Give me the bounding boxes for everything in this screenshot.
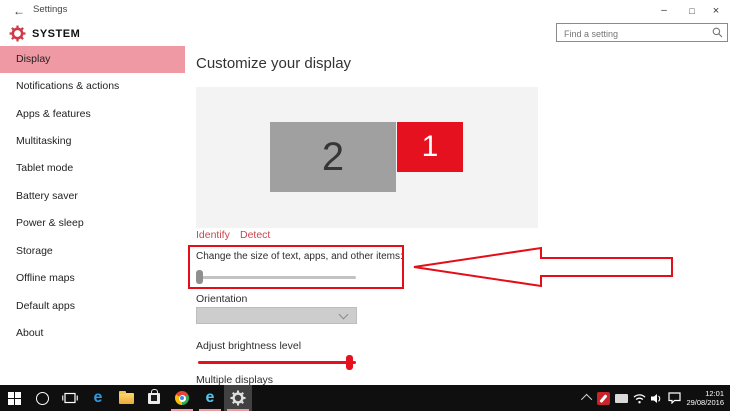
back-arrow-icon[interactable]: ← (8, 2, 30, 20)
windows-logo-icon (7, 391, 21, 405)
sidebar-item-tablet-mode[interactable]: Tablet mode (0, 155, 185, 182)
antivirus-tray-icon[interactable] (597, 391, 611, 405)
start-button[interactable] (0, 385, 28, 411)
task-view-button[interactable] (56, 385, 84, 411)
settings-gear-icon (230, 390, 246, 406)
sidebar-item-power-sleep[interactable]: Power & sleep (0, 210, 185, 237)
section-heading: Customize your display (196, 55, 352, 72)
orientation-label: Orientation (196, 293, 248, 305)
internet-explorer-icon: e (205, 389, 215, 406)
sidebar-item-notifications[interactable]: Notifications & actions (0, 73, 185, 100)
file-explorer-button[interactable] (112, 385, 140, 411)
monitor-1[interactable]: 1 (397, 122, 463, 172)
sidebar-item-about[interactable]: About (0, 320, 185, 347)
clock-date: 29/08/2016 (686, 398, 724, 407)
chevron-down-icon (338, 309, 349, 320)
sidebar-item-apps-features[interactable]: Apps & features (0, 101, 185, 128)
sidebar-item-multitasking[interactable]: Multitasking (0, 128, 185, 155)
titlebar: ← Settings – □ × (0, 0, 730, 22)
annotation-arrow-icon (413, 246, 673, 288)
internet-explorer-button[interactable]: e (196, 385, 224, 411)
task-view-icon (62, 392, 78, 404)
clock[interactable]: 12:01 29/08/2016 (686, 389, 724, 407)
chrome-icon (175, 391, 189, 405)
volume-icon[interactable] (651, 393, 663, 404)
wifi-icon[interactable] (633, 393, 646, 404)
brightness-slider[interactable] (198, 361, 356, 364)
edge-icon: e (93, 389, 103, 406)
minimize-button[interactable]: – (650, 0, 678, 22)
identify-link[interactable]: Identify (196, 229, 230, 241)
detect-link[interactable]: Detect (240, 229, 270, 241)
search-box (556, 23, 728, 42)
search-input[interactable] (562, 25, 711, 42)
touch-keyboard-icon[interactable] (615, 393, 629, 403)
app-title: Settings (33, 4, 68, 15)
file-explorer-icon (118, 390, 134, 404)
chrome-button[interactable] (168, 385, 196, 411)
store-icon (148, 388, 160, 404)
edge-button[interactable]: e (84, 385, 112, 411)
search-icon[interactable] (712, 27, 723, 38)
system-gear-icon (9, 25, 26, 42)
page-title: SYSTEM (32, 28, 81, 40)
store-button[interactable] (140, 385, 168, 411)
sidebar-item-offline-maps[interactable]: Offline maps (0, 265, 185, 292)
cortana-icon (35, 391, 49, 405)
cortana-button[interactable] (28, 385, 56, 411)
action-center-icon[interactable] (668, 392, 682, 404)
brightness-slider-thumb[interactable] (346, 355, 353, 370)
system-tray: 12:01 29/08/2016 (581, 385, 724, 411)
close-button[interactable]: × (702, 0, 730, 22)
sidebar-item-storage[interactable]: Storage (0, 238, 185, 265)
sidebar-item-battery-saver[interactable]: Battery saver (0, 183, 185, 210)
sidebar-item-default-apps[interactable]: Default apps (0, 293, 185, 320)
monitor-2[interactable]: 2 (270, 122, 396, 192)
annotation-highlight-box (188, 245, 404, 289)
sidebar-item-display[interactable]: Display (0, 46, 185, 73)
brightness-label: Adjust brightness level (196, 340, 302, 352)
clock-time: 12:01 (705, 389, 724, 398)
orientation-dropdown[interactable] (196, 307, 357, 324)
settings-taskbar-button[interactable] (224, 385, 252, 411)
